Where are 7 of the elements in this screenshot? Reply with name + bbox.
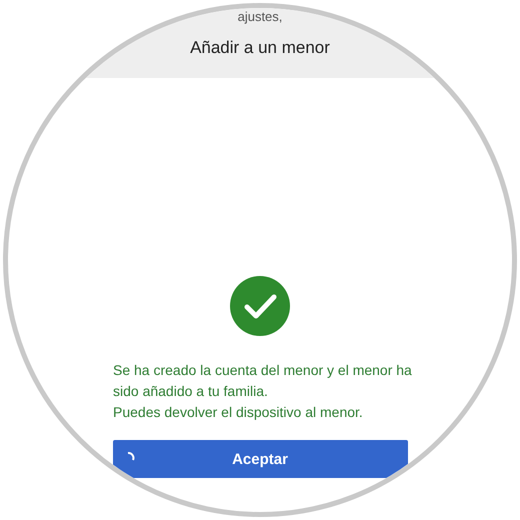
page-title: Añadir a un menor [190,38,330,58]
accept-button[interactable]: Aceptar [112,440,408,478]
check-icon [230,276,290,336]
success-message: Puedes devolver el dispositivo al menor. [113,403,363,422]
previous-text: ajustes, [238,10,282,24]
success-message: sido añadido a tu familia. [113,382,268,401]
success-message: Se ha creado la cuenta del menor y el menor ha [113,361,412,380]
